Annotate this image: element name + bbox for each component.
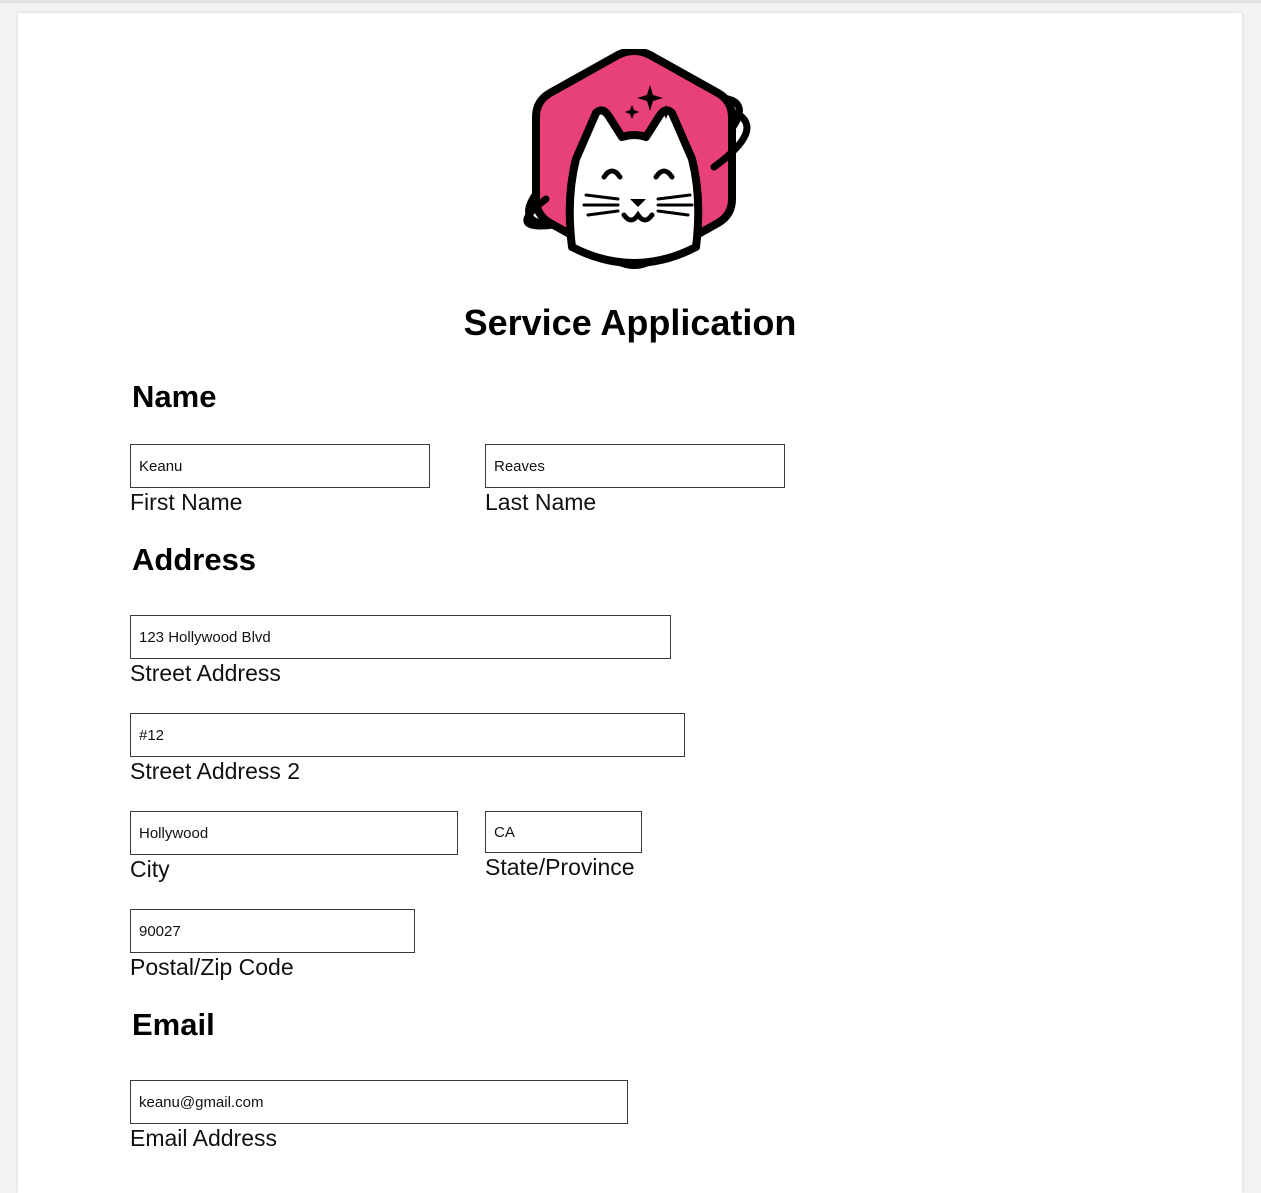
postal-code-field: Postal/Zip Code: [130, 909, 415, 981]
street-address-field: Street Address: [130, 615, 671, 687]
city-label: City: [130, 856, 170, 882]
address-section-heading: Address: [132, 542, 257, 577]
name-section-heading: Name: [132, 379, 217, 414]
last-name-field: Last Name: [485, 444, 785, 516]
window-top-edge: [0, 0, 1261, 3]
street-address-2-input[interactable]: [130, 713, 685, 757]
postal-code-input[interactable]: [130, 909, 415, 953]
form-page: Service Application Name First Name Last…: [18, 13, 1242, 1193]
form-title: Service Application: [463, 302, 797, 343]
state-province-input[interactable]: [485, 811, 642, 853]
street-address-2-field: Street Address 2: [130, 713, 685, 785]
email-address-label: Email Address: [130, 1125, 278, 1151]
postal-code-label: Postal/Zip Code: [130, 954, 294, 980]
first-name-field: First Name: [130, 444, 430, 516]
street-address-label: Street Address: [130, 660, 281, 686]
first-name-label: First Name: [130, 489, 243, 515]
street-address-input[interactable]: [130, 615, 671, 659]
street-address-2-label: Street Address 2: [130, 758, 301, 784]
last-name-input[interactable]: [485, 444, 785, 488]
state-province-label: State/Province: [485, 854, 635, 880]
state-province-field: State/Province: [485, 811, 642, 881]
first-name-input[interactable]: [130, 444, 430, 488]
city-field: City: [130, 811, 458, 883]
city-input[interactable]: [130, 811, 458, 855]
email-address-field: Email Address: [130, 1080, 628, 1152]
email-address-input[interactable]: [130, 1080, 628, 1124]
last-name-label: Last Name: [485, 489, 597, 515]
email-section-heading: Email: [132, 1007, 215, 1042]
cat-logo-icon: [523, 49, 751, 269]
